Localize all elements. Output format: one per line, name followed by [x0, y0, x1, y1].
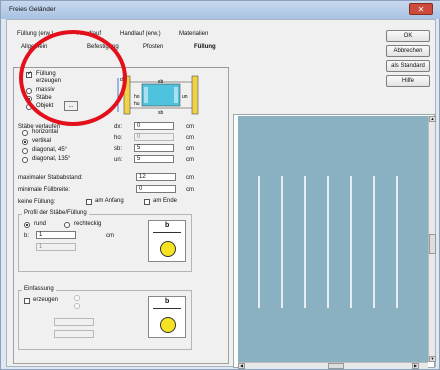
un-label: un: [114, 157, 123, 163]
einfassung-profile-icon [160, 317, 176, 333]
preview-bar-2 [281, 176, 283, 308]
einfassung-b-marker: b [165, 298, 170, 305]
fill-diagram: dx ho un sb sb hu [117, 75, 199, 116]
preview-bar-1 [258, 176, 260, 308]
radio-diag45[interactable] [22, 148, 28, 154]
profil-title: Profil der Stäbe/Füllung [22, 210, 89, 216]
ho-unit: cm [186, 135, 194, 141]
scroll-right-icon[interactable]: ▶ [412, 363, 419, 369]
sb-input[interactable]: 5 [134, 144, 174, 152]
einfassung-preview: b [148, 296, 186, 338]
anfang-checkbox[interactable] [86, 199, 92, 205]
profil-b-marker: b [165, 222, 170, 229]
diagram-bar-1 [144, 87, 148, 103]
rechteckig-label: rechteckig [74, 221, 102, 227]
ende-checkbox[interactable] [144, 199, 150, 205]
rund-label: rund [34, 221, 47, 227]
scroll-down-icon[interactable]: ▼ [429, 356, 436, 362]
radio-diag135[interactable] [22, 157, 28, 163]
profil-preview: b [148, 220, 186, 262]
scroll-up-icon[interactable]: ▲ [429, 116, 436, 122]
un-input[interactable]: 5 [134, 155, 174, 163]
preview-bar-7 [396, 176, 398, 308]
einfassung-input-1[interactable] [54, 318, 94, 326]
window-title: Freies Geländer [9, 6, 56, 13]
b-unit: cm [106, 233, 114, 239]
hscroll-thumb[interactable] [328, 363, 344, 369]
horizontal-scrollbar[interactable]: ◀ ▶ [238, 362, 428, 369]
sb-label: sb: [114, 146, 123, 152]
tab-fuellung[interactable]: Füllung [194, 44, 216, 50]
tab-pfosten[interactable]: Pfosten [143, 44, 163, 50]
scroll-left-icon[interactable]: ◀ [238, 363, 245, 369]
einfassung-dimension-line [153, 308, 181, 309]
diagram-right-post [191, 75, 199, 115]
cancel-button[interactable]: Abbrechen [386, 45, 430, 57]
max-input[interactable]: 12 [136, 173, 176, 181]
diag135-label: diagonal, 135° [32, 156, 71, 162]
un-unit: cm [186, 157, 194, 163]
radio-horizontal[interactable] [22, 130, 28, 136]
dx-label: dx: [114, 124, 123, 130]
horizontal-label: horizontal [32, 129, 59, 135]
highlight-circle [19, 30, 127, 126]
dx-input[interactable]: 0 [134, 122, 174, 130]
dx-unit: cm [186, 124, 194, 130]
preview-canvas [238, 116, 428, 362]
dialog-window: Freies Geländer ✕ Füllung (erw.) Handlau… [0, 0, 440, 370]
ende-label: am Ende [153, 198, 178, 204]
close-button[interactable]: ✕ [409, 3, 433, 15]
diagram-hu-label: hu [134, 101, 140, 107]
dialog-client: Füllung (erw.) Handlauf Handlauf (erw.) … [6, 19, 436, 369]
diagram-un-label: un [182, 94, 188, 100]
sb-unit: cm [186, 146, 194, 152]
preview-bar-4 [327, 176, 329, 308]
ok-button[interactable]: OK [386, 30, 430, 42]
diagram-bar-2 [174, 87, 178, 103]
help-button[interactable]: Hilfe [386, 75, 430, 87]
b-label: b: [24, 233, 30, 239]
vertical-scrollbar[interactable]: ▲ ▼ [428, 116, 436, 362]
radio-einfassung-b[interactable] [74, 303, 80, 309]
einfassung-erzeugen-label: erzeugen [33, 297, 59, 303]
h-input[interactable]: 1 [36, 243, 76, 251]
preview-bar-6 [373, 176, 375, 308]
max-label: maximaler Stababstand: [18, 175, 83, 181]
standard-button[interactable]: als Standard [386, 60, 430, 72]
einfassung-input-2[interactable] [54, 330, 94, 338]
keine-label: keine Füllung: [18, 199, 56, 205]
b-input[interactable]: 1 [36, 231, 76, 239]
diagram-sb-label: sb [158, 79, 164, 85]
preview-bar-5 [350, 176, 352, 308]
tab-handlauf-erw[interactable]: Handlauf (erw.) [120, 31, 161, 37]
round-profile-icon [160, 241, 176, 257]
min-input[interactable]: 0 [136, 185, 176, 193]
radio-rund[interactable] [24, 222, 30, 228]
einfassung-title: Einfassung [22, 286, 56, 292]
ho-label: ho: [114, 135, 123, 141]
diagram-ho-label: ho [134, 94, 140, 100]
tab-materialien[interactable]: Materialien [179, 31, 208, 37]
radio-einfassung-a[interactable] [74, 295, 80, 301]
min-unit: cm [186, 187, 194, 193]
radio-rechteckig[interactable] [64, 222, 70, 228]
diagram-sb2-label: sb [158, 110, 164, 116]
preview-bar-3 [304, 176, 306, 308]
radio-vertikal[interactable] [22, 139, 28, 145]
min-label: minimale Füllbreite: [18, 187, 71, 193]
profil-dimension-line [153, 232, 181, 233]
diag45-label: diagonal, 45° [32, 147, 68, 153]
scroll-thumb[interactable] [429, 234, 436, 254]
max-unit: cm [186, 175, 194, 181]
einfassung-checkbox[interactable] [24, 298, 30, 304]
title-bar: Freies Geländer ✕ [1, 1, 440, 19]
anfang-label: am Anfang [95, 198, 124, 204]
vertikal-label: vertikal [32, 138, 52, 144]
ho-input[interactable]: 0 [134, 133, 174, 141]
